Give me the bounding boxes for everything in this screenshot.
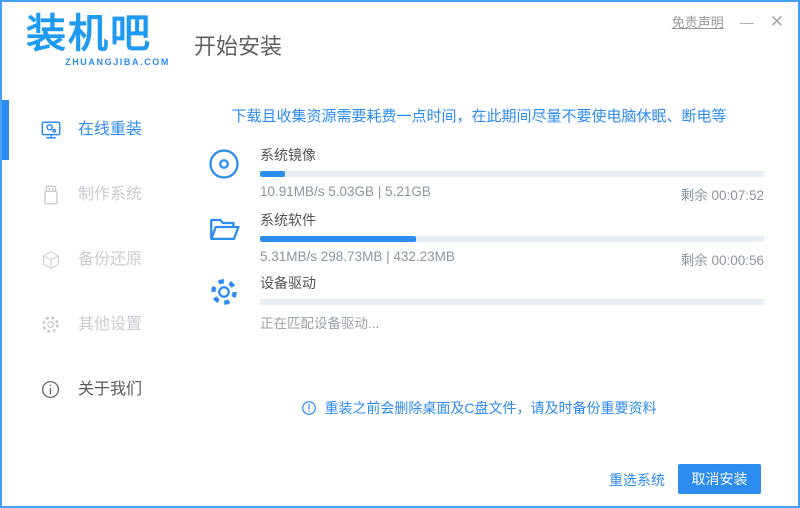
app-window: 装机吧 ZHUANGJIBA.COM 开始安装 免责声明 — ✕ 在线重装 制作… xyxy=(0,0,800,508)
progress-bar xyxy=(260,299,764,305)
sidebar-item-online-reinstall[interactable]: 在线重装 xyxy=(2,98,190,162)
usb-make-system-icon xyxy=(40,184,62,206)
exclamation-circle-icon xyxy=(301,400,317,416)
task-status-text: 正在匹配设备驱动... xyxy=(260,316,380,331)
sidebar-item-label: 在线重装 xyxy=(78,121,143,138)
sidebar-item-other-settings[interactable]: 其他设置 xyxy=(2,293,190,357)
backup-reminder-text: 重装之前会删除桌面及C盘文件，请及时备份重要资料 xyxy=(324,400,657,416)
app-logo: 装机吧 ZHUANGJIBA.COM xyxy=(26,10,170,67)
progress-bar xyxy=(260,236,764,242)
task-row-system-software: 系统软件 5.31MB/s 298.73MB | 432.23MB 剩余 00:… xyxy=(207,210,764,269)
sidebar-item-label: 其他设置 xyxy=(78,316,143,333)
task-name: 设备驱动 xyxy=(260,275,316,291)
disclaimer-link[interactable]: 免责声明 xyxy=(672,12,724,31)
app-logo-text: 装机吧 xyxy=(26,12,152,56)
task-name: 系统镜像 xyxy=(260,147,316,163)
cancel-install-button[interactable]: 取消安装 xyxy=(678,464,761,494)
task-download-stats: 5.31MB/s 298.73MB | 432.23MB xyxy=(260,249,455,264)
open-folder-icon xyxy=(207,212,241,251)
about-info-icon xyxy=(40,379,62,401)
sidebar-item-about-us[interactable]: 关于我们 xyxy=(2,358,190,422)
driver-gear-icon xyxy=(207,275,241,314)
active-indicator xyxy=(2,100,9,160)
backup-restore-icon xyxy=(40,249,62,271)
sidebar-item-make-system[interactable]: 制作系统 xyxy=(2,163,190,227)
warning-banner: 下载且收集资源需要耗费一点时间，在此期间尽量不要使电脑休眠、断电等 xyxy=(231,108,727,125)
task-row-device-driver: 设备驱动 正在匹配设备驱动... xyxy=(207,273,764,332)
app-logo-domain: ZHUANGJIBA.COM xyxy=(65,57,170,67)
disc-icon xyxy=(207,147,241,186)
titlebar-actions: 免责声明 — ✕ xyxy=(672,12,784,31)
sidebar-item-backup-restore[interactable]: 备份还原 xyxy=(2,228,190,292)
sidebar-item-label: 制作系统 xyxy=(78,186,143,203)
sidebar-item-label: 关于我们 xyxy=(78,381,143,398)
close-icon[interactable]: ✕ xyxy=(770,13,784,30)
progress-bar xyxy=(260,171,764,177)
reselect-system-button[interactable]: 重选系统 xyxy=(609,470,665,490)
task-time-remaining: 剩余 00:07:52 xyxy=(680,188,764,203)
task-name: 系统软件 xyxy=(260,212,316,228)
online-reinstall-icon xyxy=(40,119,62,141)
task-download-stats: 10.91MB/s 5.03GB | 5.21GB xyxy=(260,184,431,199)
sidebar-item-label: 备份还原 xyxy=(78,251,143,268)
progress-bar-fill xyxy=(260,236,417,242)
task-row-system-image: 系统镜像 10.91MB/s 5.03GB | 5.21GB 剩余 00:07:… xyxy=(207,145,764,204)
page-title: 开始安装 xyxy=(194,34,283,59)
progress-bar-fill xyxy=(260,171,286,177)
other-settings-gear-icon xyxy=(40,314,62,336)
task-time-remaining: 剩余 00:00:56 xyxy=(680,253,764,268)
minimize-icon[interactable]: — xyxy=(740,14,754,30)
backup-reminder-note: 重装之前会删除桌面及C盘文件，请及时备份重要资料 xyxy=(190,398,768,418)
